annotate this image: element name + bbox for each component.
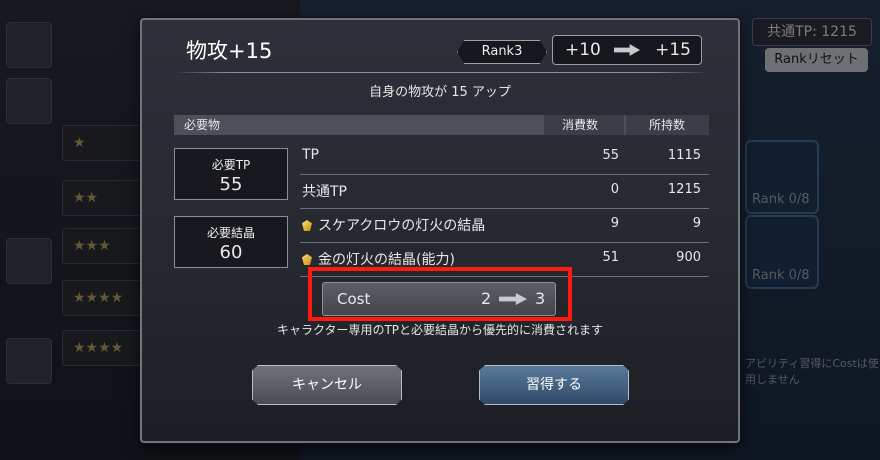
column-cost: 消費数 xyxy=(562,118,599,132)
cancel-button[interactable]: キャンセル xyxy=(252,365,402,405)
table-row: TP 55 1115 xyxy=(300,141,709,175)
item-cost: 9 xyxy=(610,216,619,231)
item-cost: 55 xyxy=(602,148,619,163)
table-header: 必要物 消費数 所持数 xyxy=(174,115,709,135)
item-owned: 1215 xyxy=(667,182,701,197)
item-cost: 51 xyxy=(602,250,619,265)
column-owned: 所持数 xyxy=(649,118,686,132)
learn-button[interactable]: 習得する xyxy=(479,365,629,405)
from-value: +10 xyxy=(565,40,601,60)
learn-ability-dialog: 物攻+15 Rank3 +10 +15 自身の物攻が 15 アップ 必要物 消費… xyxy=(140,18,740,443)
item-owned: 1115 xyxy=(667,148,701,163)
item-name: 金の灯火の結晶(能力) xyxy=(318,252,455,268)
item-name: 共通TP xyxy=(302,184,347,200)
item-name: スケアクロウの灯火の結晶 xyxy=(318,218,486,234)
effect-description: 自身の物攻が 15 アップ xyxy=(369,85,511,100)
item-owned: 900 xyxy=(676,250,701,265)
item-name: TP xyxy=(302,147,319,163)
item-owned: 9 xyxy=(692,216,701,231)
value-change: +10 +15 xyxy=(552,35,702,65)
table-row: スケアクロウの灯火の結晶 9 9 xyxy=(300,209,709,243)
cost-highlight-box xyxy=(308,267,572,321)
arrow-right-icon xyxy=(614,44,640,56)
table-row: 共通TP 0 1215 xyxy=(300,175,709,209)
to-value: +15 xyxy=(655,40,691,60)
required-tp-label: 必要TP xyxy=(211,158,251,172)
consumption-note: キャラクター専用のTPと必要結晶から優先的に消費されます xyxy=(276,323,604,337)
crystal-icon xyxy=(302,220,312,231)
divider xyxy=(174,72,709,73)
requirements-table: TP 55 1115 共通TP 0 1215 スケアクロウの灯火の結晶 9 9 … xyxy=(300,141,709,277)
required-crystal-value: 60 xyxy=(219,242,243,263)
dialog-title: 物攻+15 xyxy=(186,39,273,63)
required-crystal-box: 必要結晶 60 xyxy=(174,216,288,268)
item-cost: 0 xyxy=(610,182,619,197)
required-crystal-label: 必要結晶 xyxy=(206,226,255,240)
rank-badge: Rank3 xyxy=(457,40,547,64)
required-tp-box: 必要TP 55 xyxy=(174,148,288,200)
crystal-icon xyxy=(302,254,312,265)
column-required: 必要物 xyxy=(184,118,221,132)
required-tp-value: 55 xyxy=(219,174,243,195)
